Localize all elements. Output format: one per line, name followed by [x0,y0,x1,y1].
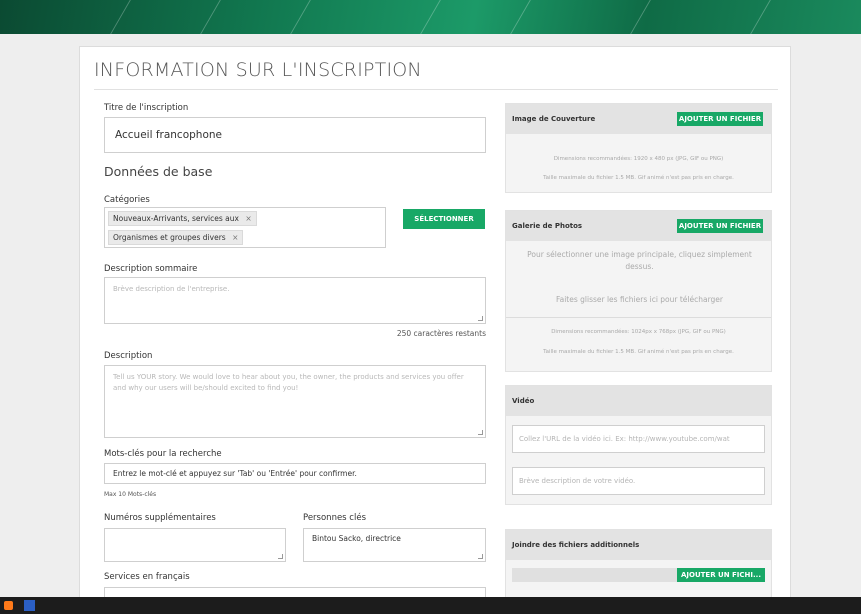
video-panel: Vidéo Collez l'URL de la vidéo ici. Ex: … [505,385,772,505]
attachments-title: Joindre des fichiers additionnels [512,541,640,549]
video-title: Vidéo [512,397,535,405]
chars-remaining: 250 caractères restants [396,329,486,338]
keywords-input[interactable]: Entrez le mot-clé et appuyez sur 'Tab' o… [104,463,486,484]
summary-placeholder: Brève description de l'entreprise. [113,285,230,293]
extra-numbers-textarea[interactable] [104,528,286,562]
services-fr-label: Services en français [104,572,190,582]
category-tag[interactable]: Nouveaux-Arrivants, services aux × [108,211,257,226]
gallery-title: Galerie de Photos [512,222,583,230]
title-divider [94,89,778,90]
cover-dims-hint: Dimensions recommandées: 1920 x 480 px (… [553,156,724,162]
extra-numbers-label: Numéros supplémentaires [104,513,216,523]
gallery-dims-hint: Dimensions recommandées: 1024px x 768px … [551,329,726,335]
photo-gallery-panel: Galerie de Photos AJOUTER UN FICHIER Pou… [505,210,772,372]
gallery-select-hint: Pour sélectionner une image principale, … [527,250,752,271]
category-tag[interactable]: Organismes et groupes divers × [108,230,244,245]
browser-app-icon[interactable] [4,601,13,610]
keywords-placeholder: Entrez le mot-clé et appuyez sur 'Tab' o… [113,469,357,478]
summary-textarea[interactable]: Brève description de l'entreprise. [104,277,486,324]
categories-label: Catégories [104,195,150,205]
gallery-max-hint: Taille maximale du fichier 1.5 MB. Gif a… [543,349,734,355]
remove-tag-icon[interactable]: × [245,214,251,223]
resize-handle[interactable] [478,430,483,435]
basic-data-heading: Données de base [104,164,213,179]
resize-handle[interactable] [478,316,483,321]
video-description-input[interactable]: Brève description de votre vidéo. [512,467,765,495]
categories-field[interactable]: Nouveaux-Arrivants, services aux × Organ… [104,207,386,248]
listing-title-value: Accueil francophone [115,129,222,141]
cover-image-panel: Image de Couverture AJOUTER UN FICHIER D… [505,103,772,193]
listing-form-card: INFORMATION SUR L'INSCRIPTION Titre de l… [79,46,791,606]
summary-label: Description sommaire [104,264,198,274]
video-desc-placeholder: Brève description de votre vidéo. [519,477,636,485]
resize-handle[interactable] [278,554,283,559]
key-people-textarea[interactable]: Bintou Sacko, directrice [303,528,486,562]
keywords-max-note: Max 10 Mots-clés [104,491,157,498]
description-label: Description [104,351,153,361]
description-placeholder: Tell us YOUR story. We would love to hea… [113,373,464,392]
video-url-placeholder: Collez l'URL de la vidéo ici. Ex: http:/… [519,435,730,443]
description-textarea[interactable]: Tell us YOUR story. We would love to hea… [104,365,486,438]
keywords-label: Mots-clés pour la recherche [104,449,222,459]
resize-handle[interactable] [478,554,483,559]
attachments-panel: Joindre des fichiers additionnels AJOUTE… [505,529,772,605]
header-banner [0,0,861,34]
word-app-icon[interactable] [24,600,35,611]
cover-add-file-button[interactable]: AJOUTER UN FICHIER [677,112,763,126]
attachments-add-file-button[interactable]: AJOUTER UN FICHI... [677,568,765,582]
remove-tag-icon[interactable]: × [232,233,238,242]
page-title: INFORMATION SUR L'INSCRIPTION [94,59,422,81]
os-taskbar [0,597,861,614]
video-url-input[interactable]: Collez l'URL de la vidéo ici. Ex: http:/… [512,425,765,453]
gallery-dropzone-text[interactable]: Faites glisser les fichiers ici pour tél… [506,295,771,304]
gallery-add-file-button[interactable]: AJOUTER UN FICHIER [677,219,763,233]
listing-title-label: Titre de l'inscription [104,103,189,113]
key-people-value: Bintou Sacko, directrice [312,534,401,543]
cover-title: Image de Couverture [512,115,596,123]
select-categories-button[interactable]: SÉLECTIONNER [403,209,485,229]
key-people-label: Personnes clés [303,513,367,523]
listing-title-input[interactable]: Accueil francophone [104,117,486,153]
cover-max-hint: Taille maximale du fichier 1.5 MB. Gif a… [543,175,734,181]
